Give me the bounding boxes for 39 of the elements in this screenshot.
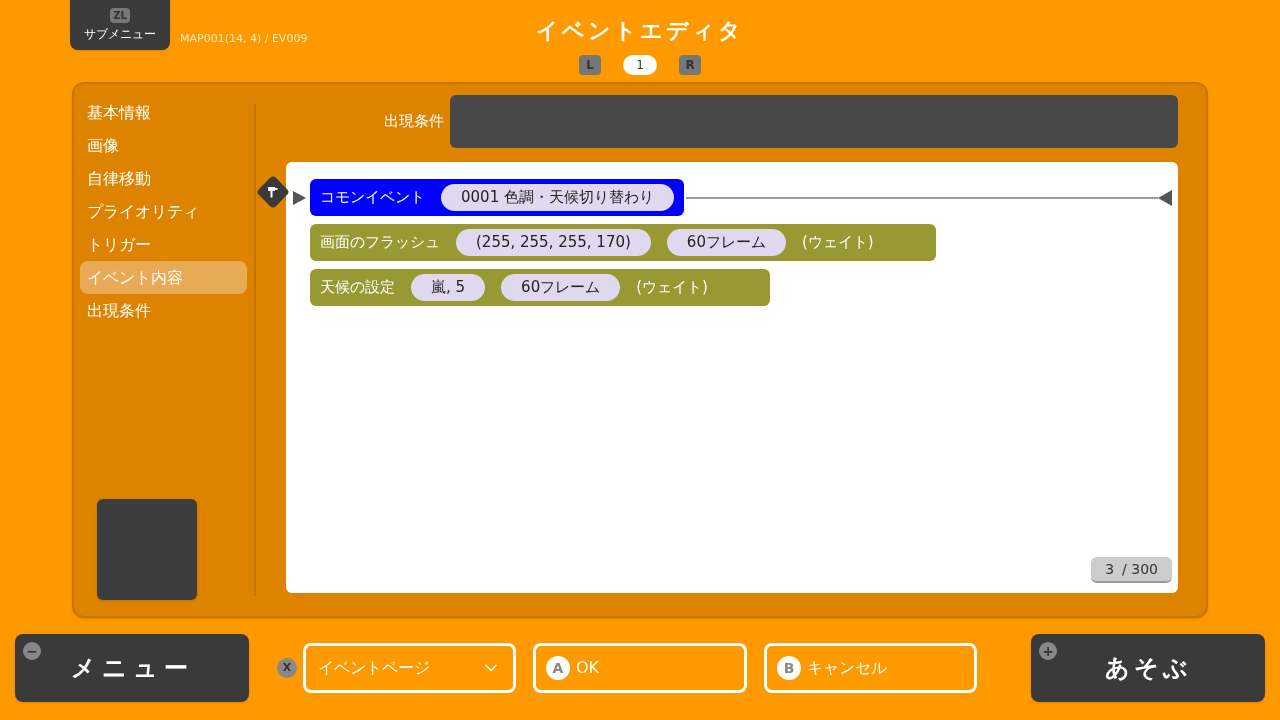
command-parameter: (255, 255, 255, 170) — [456, 229, 651, 256]
sidebar-item[interactable]: イベント内容 — [80, 261, 247, 294]
command-name: 天候の設定 — [320, 277, 395, 299]
event-command[interactable]: 画面のフラッシュ (255, 255, 255, 170) 60フレーム (ウェイト) — [310, 224, 936, 261]
command-parameter: 0001 色調・天候切り替わり — [441, 184, 674, 211]
event-command[interactable]: コモンイベント 0001 色調・天候切り替わり — [310, 179, 684, 216]
sidebar-item[interactable]: トリガー — [80, 228, 247, 261]
sidebar-item[interactable]: 基本情報 — [80, 96, 247, 129]
command-counter: 3 / 300 — [1091, 557, 1172, 583]
wait-note: (ウェイト) — [636, 277, 709, 299]
editor-title: イベントエディタ — [536, 17, 744, 45]
sidebar-item[interactable]: プライオリティ — [80, 195, 247, 228]
cancel-button[interactable]: B キャンセル — [764, 643, 977, 693]
sidebar-item[interactable]: 画像 — [80, 129, 247, 162]
location-text: MAP001(14, 4) / EV009 — [180, 31, 308, 47]
command-name: 画面のフラッシュ — [320, 232, 440, 254]
command-parameter: 60フレーム — [501, 274, 621, 301]
event-command[interactable]: 天候の設定 嵐, 5 60フレーム (ウェイト) — [310, 269, 770, 306]
menu-button[interactable]: − メニュー — [15, 634, 249, 702]
condition-label: 出現条件 — [384, 111, 444, 133]
zl-key-badge: ZL — [110, 7, 130, 23]
sidebar-item[interactable]: 出現条件 — [80, 294, 247, 327]
r-key-badge[interactable]: R — [679, 55, 701, 75]
b-key-icon: B — [777, 656, 801, 680]
play-button[interactable]: + あそぶ — [1031, 634, 1265, 702]
submenu-button[interactable]: ZL サブメニュー — [70, 0, 170, 50]
page-number-badge: 1 — [623, 55, 657, 75]
command-parameter: 60フレーム — [666, 229, 786, 256]
command-name: コモンイベント — [320, 187, 425, 209]
l-key-badge[interactable]: L — [579, 55, 601, 75]
sidebar-item[interactable]: 自律移動 — [80, 162, 247, 195]
wait-note: (ウェイト) — [801, 232, 875, 254]
minus-key-icon: − — [23, 642, 41, 660]
command-parameter: 嵐, 5 — [411, 274, 486, 301]
plus-key-icon: + — [1039, 642, 1057, 660]
a-key-icon: A — [546, 656, 570, 680]
x-key-icon: X — [277, 658, 297, 678]
ok-button[interactable]: A OK — [533, 643, 747, 693]
event-page-dropdown[interactable]: イベントページ — [303, 643, 516, 693]
